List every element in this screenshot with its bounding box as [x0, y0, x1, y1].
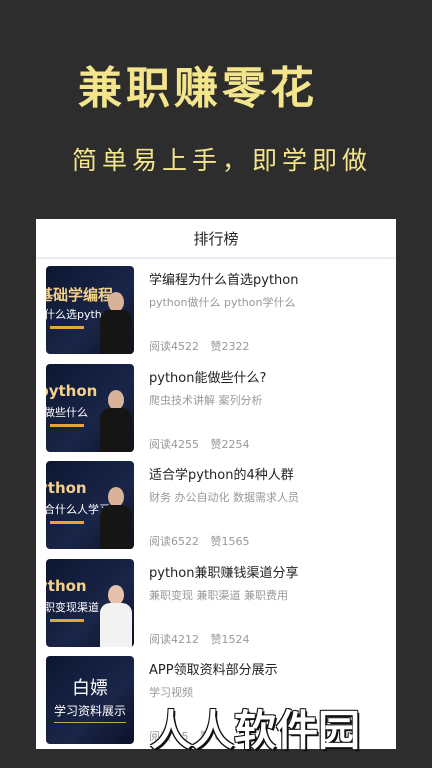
- like-count: 赞2322: [210, 340, 250, 353]
- article-tags: 财务 办公自动化 数据需求人员: [149, 491, 299, 504]
- list-item[interactable]: ython 职变现渠道 python兼职赚钱渠道分享 兼职变现 兼职渠道 兼职费…: [46, 552, 396, 650]
- thumbnail-accent-bar: [50, 423, 84, 427]
- thumbnail-subcaption: 做些什么: [46, 405, 88, 419]
- instructor-photo: [100, 485, 132, 549]
- article-stats: 阅读4212 赞1524: [149, 631, 250, 647]
- article-stats: 阅读4522 赞2322: [149, 338, 250, 354]
- read-count: 阅读4212: [149, 632, 199, 646]
- thumbnail-accent-bar: [50, 521, 84, 524]
- article-thumbnail[interactable]: python 做些什么: [46, 363, 134, 452]
- thumbnail-accent-bar: [54, 722, 126, 723]
- article-thumbnail[interactable]: ython 合什么人学习: [46, 461, 134, 549]
- like-count: 赞1524: [210, 632, 250, 646]
- article-thumbnail[interactable]: 基础学编程 什么选python: [46, 266, 134, 354]
- page-header: 排行榜: [36, 219, 396, 259]
- page-title: 排行榜: [193, 229, 239, 248]
- read-count: 阅读4522: [149, 340, 199, 353]
- watermark-logo: 人人软件园: [150, 706, 361, 755]
- like-count: 赞1565: [210, 535, 250, 548]
- read-count: 阅读6522: [149, 535, 199, 548]
- instructor-photo: [100, 388, 132, 452]
- thumbnail-subcaption: 学习资料展示: [53, 704, 126, 718]
- instructor-photo: [100, 290, 132, 354]
- promo-title: 兼职赚零花: [78, 63, 318, 114]
- article-stats: 阅读6522 赞1565: [149, 533, 250, 549]
- promo-subtitle: 简单易上手，即学即做: [72, 146, 373, 175]
- article-title[interactable]: python兼职赚钱渠道分享: [149, 562, 396, 581]
- phone-screen: 排行榜 基础学编程 什么选python 学编程为什么首选python pytho…: [36, 219, 396, 749]
- thumbnail-accent-bar: [50, 618, 84, 622]
- thumbnail-caption: ython: [46, 479, 87, 497]
- article-tags: 兼职变现 兼职渠道 兼职费用: [149, 588, 288, 602]
- article-title[interactable]: python能做些什么?: [149, 367, 396, 386]
- article-tags: python做什么 python学什么: [149, 296, 296, 309]
- article-thumbnail[interactable]: ython 职变现渠道: [46, 558, 134, 647]
- thumbnail-caption: python: [46, 381, 98, 400]
- article-title[interactable]: APP领取资料部分展示: [149, 659, 396, 678]
- like-count: 赞2254: [210, 437, 250, 451]
- thumbnail-caption: 白嫖: [72, 678, 108, 699]
- instructor-photo: [100, 583, 132, 647]
- article-stats: 阅读4255 赞2254: [149, 436, 250, 452]
- list-item[interactable]: 基础学编程 什么选python 学编程为什么首选python python做什么…: [46, 259, 396, 357]
- article-title[interactable]: 适合学python的4种人群: [149, 464, 396, 483]
- thumbnail-caption: ython: [46, 576, 87, 595]
- list-item[interactable]: python 做些什么 python能做些什么? 爬虫技术讲解 案列分析 阅读4…: [46, 357, 396, 455]
- list-item[interactable]: ython 合什么人学习 适合学python的4种人群 财务 办公自动化 数据需…: [46, 454, 396, 552]
- article-tags: 爬虫技术讲解 案列分析: [149, 393, 263, 407]
- thumbnail-accent-bar: [50, 326, 84, 329]
- article-list: 基础学编程 什么选python 学编程为什么首选python python做什么…: [36, 259, 396, 747]
- article-title[interactable]: 学编程为什么首选python: [149, 269, 396, 288]
- article-thumbnail[interactable]: 白嫖 学习资料展示: [46, 656, 134, 744]
- read-count: 阅读4255: [149, 437, 199, 451]
- thumbnail-subcaption: 职变现渠道: [46, 600, 99, 614]
